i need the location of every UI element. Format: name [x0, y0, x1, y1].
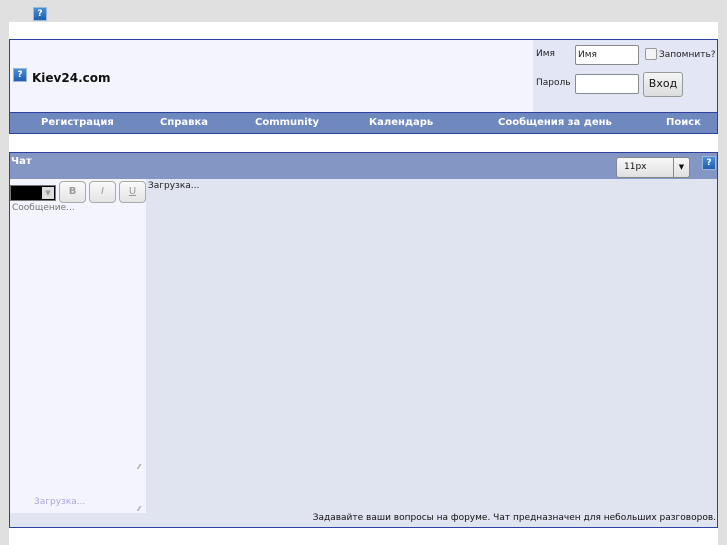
dropdown-arrow-icon: ▼	[673, 158, 689, 177]
chat-footer-note: Задавайте ваши вопросы на форуме. Чат пр…	[312, 513, 716, 523]
username-label: Имя	[536, 49, 555, 59]
chat-header: Чат 11px ▼ ?	[10, 153, 717, 179]
bold-button[interactable]: B	[59, 181, 86, 203]
page-container: ? Kiev24.com Имя Запомнить? Пароль Вход …	[9, 22, 718, 545]
nav-item-community[interactable]: Community	[255, 117, 319, 128]
chevron-down-icon: ▼	[42, 187, 54, 199]
nav-item-search[interactable]: Поиск	[666, 117, 701, 128]
nav-item-todays-posts[interactable]: Сообщения за день	[498, 117, 612, 128]
site-title[interactable]: Kiev24.com	[32, 71, 111, 85]
nav-item-help[interactable]: Справка	[160, 117, 208, 128]
compose-panel: ▼ B I U ⁄⁄ Загрузка... ⁄⁄	[10, 179, 148, 513]
remember-checkbox[interactable]	[645, 48, 657, 60]
site-logo-icon: ?	[13, 68, 27, 82]
font-size-select[interactable]: 11px ▼	[616, 157, 690, 178]
main-nav: Регистрация Справка Community Календарь …	[9, 112, 718, 134]
password-input[interactable]	[575, 74, 639, 94]
font-size-value: 11px	[624, 162, 647, 172]
messages-loading-text: Загрузка...	[148, 181, 200, 191]
compose-loading-text: Загрузка...	[34, 497, 86, 507]
nav-item-calendar[interactable]: Календарь	[369, 117, 433, 128]
username-input[interactable]	[575, 45, 639, 65]
text-color-picker[interactable]: ▼	[10, 185, 56, 201]
resize-grip-icon[interactable]: ⁄⁄	[138, 505, 140, 513]
login-panel: Имя Запомнить? Пароль Вход	[533, 40, 717, 113]
underline-button[interactable]: U	[119, 181, 146, 203]
chat-help-icon[interactable]: ?	[702, 156, 716, 170]
resize-grip-icon[interactable]: ⁄⁄	[138, 463, 140, 471]
italic-button[interactable]: I	[89, 181, 116, 203]
chat-title: Чат	[11, 156, 32, 167]
nav-item-registration[interactable]: Регистрация	[41, 117, 114, 128]
help-icon[interactable]: ?	[33, 7, 47, 21]
site-header: ? Kiev24.com Имя Запомнить? Пароль Вход	[9, 39, 718, 113]
message-input[interactable]	[10, 203, 148, 473]
login-button[interactable]: Вход	[643, 72, 683, 97]
chat-panel: Чат 11px ▼ ? ▼ B I U ⁄⁄ Загрузка... ⁄⁄ З…	[9, 152, 718, 528]
password-label: Пароль	[536, 78, 571, 88]
remember-label[interactable]: Запомнить?	[659, 50, 716, 60]
